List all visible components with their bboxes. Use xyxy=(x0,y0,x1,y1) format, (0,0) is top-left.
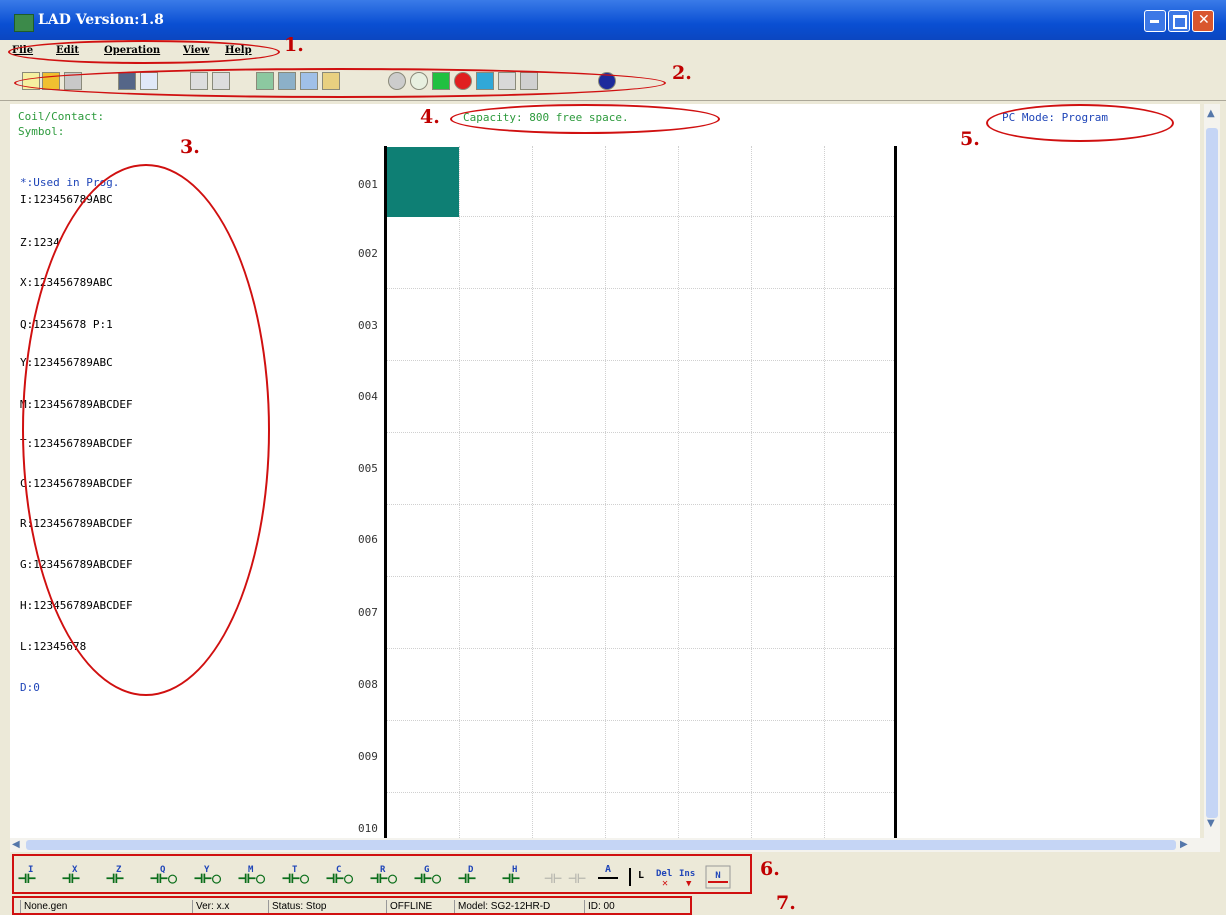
grid-line xyxy=(386,720,896,721)
row-number: 006 xyxy=(358,533,378,546)
grid-line xyxy=(751,146,752,838)
annotation-label-3: 3. xyxy=(180,136,200,158)
row-number: 009 xyxy=(358,750,378,763)
annotation-rect-7 xyxy=(12,896,692,915)
row-number: 010 xyxy=(358,822,378,835)
horizontal-scroll-thumb[interactable] xyxy=(26,840,1176,850)
symbol-label: Symbol: xyxy=(18,125,65,138)
grid-line xyxy=(386,576,896,577)
maximize-icon xyxy=(1173,15,1187,29)
grid-line xyxy=(386,288,896,289)
minimize-icon xyxy=(1150,20,1159,23)
annotation-label-6: 6. xyxy=(760,858,780,880)
scroll-up-icon[interactable]: ▲ xyxy=(1207,108,1215,119)
left-power-rail xyxy=(384,146,387,838)
ladder-grid[interactable] xyxy=(386,146,896,838)
grid-line xyxy=(386,432,896,433)
vertical-scroll-thumb[interactable] xyxy=(1206,128,1218,818)
window-title: LAD Version:1.8 xyxy=(38,12,164,28)
maximize-button[interactable] xyxy=(1168,10,1190,32)
grid-line xyxy=(386,360,896,361)
grid-line xyxy=(386,216,896,217)
scroll-left-icon[interactable]: ◀ xyxy=(12,839,20,850)
grid-line xyxy=(386,792,896,793)
scroll-right-icon[interactable]: ▶ xyxy=(1180,839,1188,850)
grid-line xyxy=(678,146,679,838)
var-list-item: Z:1234 xyxy=(20,236,60,249)
annotation-ellipse-1 xyxy=(8,40,280,64)
grid-line xyxy=(532,146,533,838)
row-number: 003 xyxy=(358,319,378,332)
grid-line xyxy=(605,146,606,838)
annotation-ellipse-3 xyxy=(22,164,270,696)
row-number: 004 xyxy=(358,390,378,403)
grid-line xyxy=(386,648,896,649)
title-bar xyxy=(0,0,1226,40)
annotation-label-1: 1. xyxy=(284,34,304,56)
annotation-ellipse-5 xyxy=(986,104,1174,142)
scroll-down-icon[interactable]: ▼ xyxy=(1207,818,1215,829)
annotation-ellipse-2 xyxy=(14,68,666,98)
row-number: 007 xyxy=(358,606,378,619)
row-number: 008 xyxy=(358,678,378,691)
var-list-item: D:0 xyxy=(20,681,40,694)
close-button[interactable]: ✕ xyxy=(1192,10,1214,32)
annotation-label-5: 5. xyxy=(960,128,980,150)
row-number: 001 xyxy=(358,178,378,191)
annotation-rect-6 xyxy=(12,854,752,894)
row-number: 005 xyxy=(358,462,378,475)
minimize-button[interactable] xyxy=(1144,10,1166,32)
grid-line xyxy=(386,504,896,505)
annotation-ellipse-4 xyxy=(450,104,720,134)
coil-contact-label: Coil/Contact: xyxy=(18,110,105,123)
cell-cursor[interactable] xyxy=(387,147,459,217)
app-icon xyxy=(14,14,34,32)
close-icon: ✕ xyxy=(1198,12,1210,28)
annotation-label-7: 7. xyxy=(776,892,796,914)
annotation-label-2: 2. xyxy=(672,62,692,84)
row-number: 002 xyxy=(358,247,378,260)
grid-line xyxy=(459,146,460,838)
annotation-label-4: 4. xyxy=(420,106,440,128)
right-power-rail xyxy=(894,146,897,838)
grid-line xyxy=(824,146,825,838)
